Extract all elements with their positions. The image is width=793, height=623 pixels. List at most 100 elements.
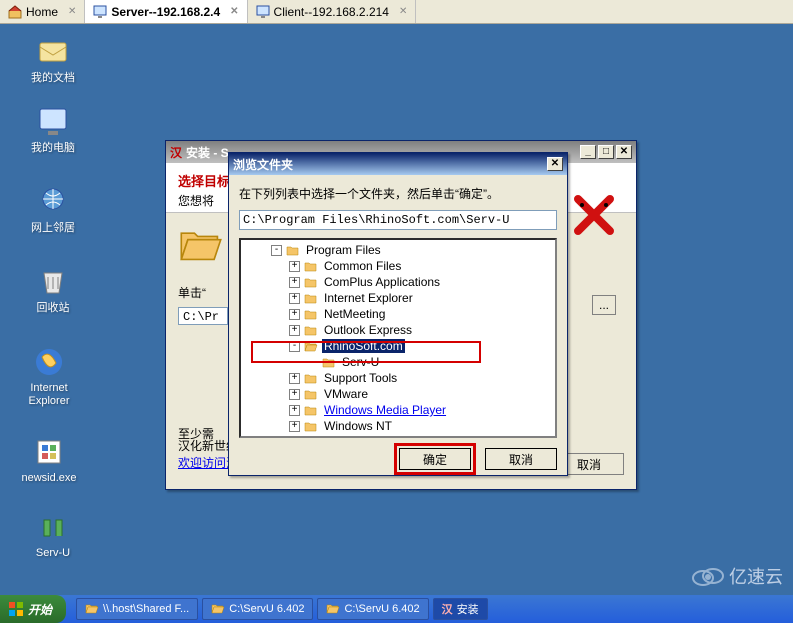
icon [36,510,70,544]
tree-row[interactable]: -RhinoSoft.com [241,338,555,354]
tree-row[interactable]: + NetMeeting [241,306,555,322]
taskbar-button[interactable]: C:\ServU 6.402 [317,598,428,620]
tree-row[interactable]: + Windows Media Player [241,402,555,418]
tree-label: Windows Media Player [322,403,448,417]
browse-dialog: 浏览文件夹 ✕ 在下列列表中选择一个文件夹，然后单击“确定”。 - Program… [228,152,568,476]
tree-label: Program Files [304,243,383,257]
taskbar-label: C:\ServU 6.402 [229,603,304,615]
desktop-icon[interactable]: InternetExplorer [14,345,84,408]
taskbar-label: 安装 [457,601,479,617]
browse-button[interactable]: ... [592,295,616,315]
folder-icon [304,308,318,320]
tree-label: Windows NT [322,419,394,433]
expand-toggle[interactable]: + [289,293,300,304]
taskbar-label: \\.host\Shared F... [103,603,189,615]
desktop-icon[interactable]: Serv-U [18,510,88,560]
taskbar-icon [85,602,99,617]
browse-titlebar[interactable]: 浏览文件夹 ✕ [229,153,567,175]
expand-toggle[interactable]: - [289,341,300,352]
tab-label: Server--192.168.2.4 [111,5,220,19]
folder-icon [304,436,318,438]
expand-toggle[interactable]: + [289,421,300,432]
tree-row[interactable]: +Common Files [241,258,555,274]
path-input[interactable] [239,210,557,230]
minimize-button[interactable]: _ [580,145,596,159]
icon [36,185,70,219]
home-icon [8,5,22,19]
folder-icon [286,244,300,256]
start-button[interactable]: 开始 [0,595,66,623]
tree-label: Internet Explorer [322,291,415,305]
path-input[interactable]: C:\Pr [178,307,228,325]
watermark-text: 亿速云 [729,563,783,589]
top-tabbar: Home ✕ Server--192.168.2.4 ✕ Client--192… [0,0,793,24]
tree-row[interactable]: Serv-U [241,354,555,370]
tree-row[interactable]: + Internet Explorer [241,290,555,306]
expand-toggle[interactable]: + [289,277,300,288]
folder-icon [304,388,318,400]
tab-label: Home [26,5,58,19]
folder-icon [304,292,318,304]
icon-label: 我的文档 [18,72,88,85]
instruction-text: 在下列列表中选择一个文件夹，然后单击“确定”。 [239,185,557,202]
cancel-button[interactable]: 取消 [485,448,557,470]
tree-row[interactable]: +ComPlus Applications [241,274,555,290]
tab-server[interactable]: Server--192.168.2.4 ✕ [85,0,247,23]
expand-toggle[interactable]: + [289,261,300,272]
folder-tree[interactable]: - Program Files+Common Files+ComPlus Appl… [239,238,557,438]
tree-row[interactable]: - Program Files [241,242,555,258]
icon-label: newsid.exe [14,472,84,485]
tree-label: Outlook Express [322,323,414,337]
maximize-button[interactable]: □ [598,145,614,159]
tree-label: WindowsUpdate [322,435,413,438]
taskbar: 开始 \\.host\Shared F... C:\ServU 6.402 C:\S… [0,595,793,623]
icon-label: 我的电脑 [18,142,88,155]
taskbar-button[interactable]: C:\ServU 6.402 [202,598,313,620]
icon [36,265,70,299]
spacer [307,357,318,368]
tree-row[interactable]: +VMware [241,386,555,402]
folder-icon [322,356,336,368]
expand-toggle[interactable]: + [289,405,300,416]
close-icon[interactable]: ✕ [68,6,76,17]
desktop-icon[interactable]: 网上邻居 [18,185,88,235]
expand-toggle[interactable]: + [289,373,300,384]
expand-toggle[interactable]: + [289,309,300,320]
taskbar-button[interactable]: 汉安装 [433,598,488,620]
spacer [289,437,300,439]
close-icon[interactable]: ✕ [230,6,238,17]
tab-label: Client--192.168.2.214 [274,5,389,19]
icon [36,35,70,69]
folder-icon [304,340,318,352]
tab-home[interactable]: Home ✕ [0,0,85,23]
window-title: 浏览文件夹 [233,156,293,173]
folder-icon [304,372,318,384]
tree-row[interactable]: + Outlook Express [241,322,555,338]
tree-label: NetMeeting [322,307,387,321]
folder-icon [304,404,318,416]
close-button[interactable]: ✕ [616,145,632,159]
close-button[interactable]: ✕ [547,157,563,171]
taskbar-button[interactable]: \\.host\Shared F... [76,598,198,620]
tree-row[interactable]: + Windows NT [241,418,555,434]
monitor-icon [93,5,107,19]
tree-row[interactable]: WindowsUpdate [241,434,555,438]
folder-icon [304,260,318,272]
desktop-icon[interactable]: 我的文档 [18,35,88,85]
expand-toggle[interactable]: + [289,325,300,336]
expand-toggle[interactable]: + [289,389,300,400]
ok-button[interactable]: 确定 [399,448,471,470]
desktop-icon[interactable]: 回收站 [18,265,88,315]
expand-toggle[interactable]: - [271,245,282,256]
taskbar-icon [326,602,340,617]
close-icon[interactable]: ✕ [399,6,407,17]
taskbar-label: C:\ServU 6.402 [344,603,419,615]
tree-row[interactable]: +Support Tools [241,370,555,386]
monitor-icon [256,5,270,19]
desktop-icon[interactable]: 我的电脑 [18,105,88,155]
icon-label: InternetExplorer [14,382,84,408]
desktop-icon[interactable]: newsid.exe [14,435,84,485]
folder-icon [304,420,318,432]
tab-client[interactable]: Client--192.168.2.214 ✕ [248,0,417,23]
watermark: 亿速云 [691,563,783,589]
